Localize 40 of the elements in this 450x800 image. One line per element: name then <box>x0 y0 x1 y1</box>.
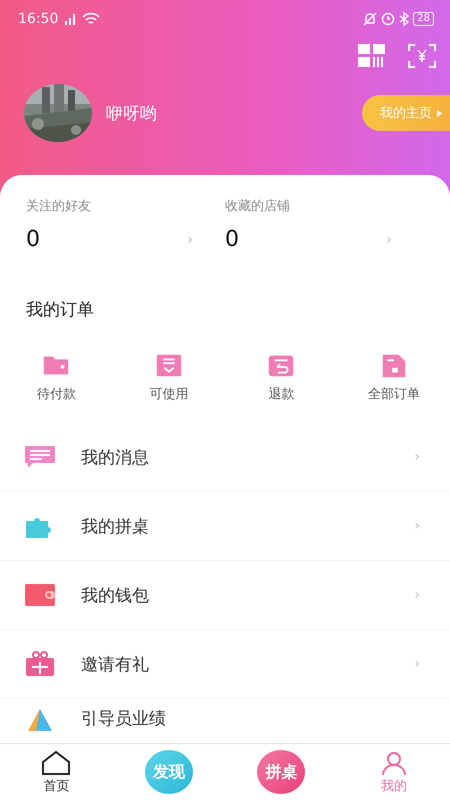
menu-label: 我的消息 <box>81 446 150 468</box>
menu-label: 引导员业绩 <box>81 708 167 730</box>
stat-label: 收藏的店铺 <box>225 198 291 215</box>
chevron-right-icon: › <box>386 232 392 248</box>
qr-code-icon[interactable] <box>358 44 386 68</box>
menu-label: 邀请有礼 <box>81 654 150 676</box>
chevron-right-icon: › <box>187 232 193 248</box>
chevron-right-icon: › <box>414 587 420 603</box>
order-status-button[interactable]: 可使用 <box>112 351 225 403</box>
user-name: 咿呀哟 <box>106 102 158 124</box>
menu-label: 我的钱包 <box>81 584 150 606</box>
home-tab[interactable]: 首页 <box>0 744 112 800</box>
battery-level: 28 <box>413 12 434 26</box>
home-icon <box>41 750 72 776</box>
order-status-button[interactable]: 退款 <box>225 351 338 403</box>
wifi-icon <box>82 13 100 25</box>
wallet-icon <box>24 582 56 608</box>
chevron-right-icon: › <box>414 449 420 465</box>
menu-item[interactable]: 我的拼桌 › <box>0 492 450 561</box>
menu-item[interactable]: 我的钱包 › <box>0 561 450 630</box>
gift-icon <box>24 651 56 677</box>
section-title: 我的订单 <box>25 299 95 321</box>
status-time: 16:50 <box>18 11 58 27</box>
message-icon <box>24 444 56 470</box>
order-status-button[interactable]: 全部订单 <box>338 351 450 403</box>
alarm-icon <box>381 12 396 26</box>
triangle-right-icon <box>437 110 442 116</box>
order-status-button[interactable]: 待付款 <box>0 351 112 403</box>
stat-label: 关注的好友 <box>26 198 92 215</box>
menu-label: 我的拼桌 <box>81 516 150 538</box>
chevron-right-icon: › <box>414 518 420 534</box>
scan-icon[interactable] <box>408 44 436 68</box>
stat-value[interactable]: 0 <box>225 227 386 252</box>
bluetooth-icon <box>399 12 410 26</box>
stat-value[interactable]: 0 <box>26 227 188 252</box>
chevron-right-icon: › <box>414 656 420 672</box>
menu-item[interactable]: 邀请有礼 › <box>0 630 450 699</box>
menu-item[interactable]: 我的消息 › <box>0 423 450 492</box>
menu-item[interactable]: 引导员业绩 <box>0 699 450 733</box>
mute-bell-icon <box>363 12 378 26</box>
